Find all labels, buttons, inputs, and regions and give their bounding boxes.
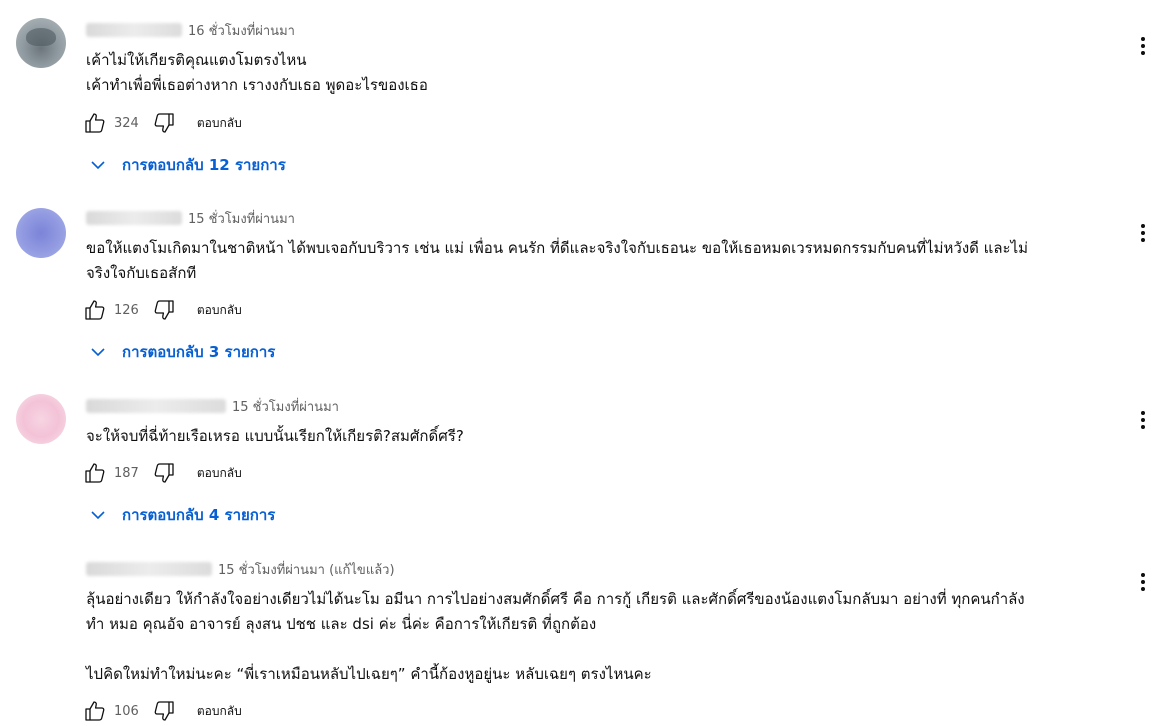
chevron-down-icon	[88, 342, 108, 362]
comment-text: ลุ้นอย่างเดียว ให้กำลังใจอย่างเดียวไม่ได…	[86, 587, 1025, 687]
comment-timestamp[interactable]: 15 ชั่วโมงที่ผ่านมา (แก้ไขแล้ว)	[218, 559, 395, 580]
comment-text: เค้าไม่ให้เกียรติคุณแตงโมตรงไหน เค้าทำเพ…	[86, 48, 428, 98]
comment-line: จะให้จบที่ฉี่ท้ายเรือเหรอ แบบนั้นเรียกให…	[86, 427, 464, 445]
chevron-down-icon	[88, 155, 108, 175]
comment-actions: 126 ตอบกลับ	[82, 296, 242, 324]
more-vert-icon[interactable]	[1133, 408, 1153, 432]
author-name-blurred[interactable]	[86, 211, 182, 225]
avatar[interactable]	[16, 394, 66, 444]
thumbs-up-icon[interactable]	[82, 110, 108, 136]
comment-line	[86, 637, 1025, 662]
chevron-down-icon	[88, 505, 108, 525]
author-name-blurred[interactable]	[86, 23, 182, 37]
thumbs-down-icon[interactable]	[151, 460, 177, 486]
comment-header: 15 ชั่วโมงที่ผ่านมา	[86, 208, 295, 228]
comment-line: ขอให้แตงโมเกิดมาในชาติหน้า ได้พบเจอกับบร…	[86, 239, 1029, 257]
comment-line: เค้าไม่ให้เกียรติคุณแตงโมตรงไหน	[86, 51, 307, 69]
reply-button[interactable]: ตอบกลับ	[197, 702, 242, 721]
view-replies-button[interactable]: การตอบกลับ 3 รายการ	[88, 339, 275, 365]
like-count: 126	[114, 302, 139, 318]
view-replies-button[interactable]: การตอบกลับ 4 รายการ	[88, 502, 275, 528]
comment-header: 15 ชั่วโมงที่ผ่านมา (แก้ไขแล้ว)	[86, 559, 395, 579]
author-name-blurred[interactable]	[86, 399, 226, 413]
view-replies-button[interactable]: การตอบกลับ 12 รายการ	[88, 152, 286, 178]
replies-count-label: การตอบกลับ 12 รายการ	[122, 156, 286, 174]
comment-timestamp[interactable]: 15 ชั่วโมงที่ผ่านมา	[188, 208, 295, 229]
comment-line: จริงใจกับเธอสักที	[86, 264, 197, 282]
like-count: 106	[114, 703, 139, 719]
comment-line: เค้าทำเพื่อพี่เธอต่างหาก เรางงกับเธอ พูด…	[86, 76, 428, 94]
avatar[interactable]	[16, 208, 66, 258]
comment-line: ทำ หมอ คุณอัจ อาจารย์ ลุงสน ปชช และ dsi …	[86, 615, 597, 633]
comment-timestamp[interactable]: 16 ชั่วโมงที่ผ่านมา	[188, 20, 295, 41]
replies-count-label: การตอบกลับ 4 รายการ	[122, 506, 276, 524]
more-vert-icon[interactable]	[1133, 570, 1153, 594]
thumbs-up-icon[interactable]	[82, 460, 108, 486]
thumbs-down-icon[interactable]	[151, 110, 177, 136]
comment-header: 15 ชั่วโมงที่ผ่านมา	[86, 396, 339, 416]
more-vert-icon[interactable]	[1133, 34, 1153, 58]
avatar[interactable]	[16, 18, 66, 68]
comment-actions: 324 ตอบกลับ	[82, 109, 242, 137]
replies-count-label: การตอบกลับ 3 รายการ	[122, 343, 276, 361]
comment-line: ลุ้นอย่างเดียว ให้กำลังใจอย่างเดียวไม่ได…	[86, 590, 1025, 608]
comment-actions: 106 ตอบกลับ	[82, 697, 242, 725]
author-name-blurred[interactable]	[86, 562, 212, 576]
comment-actions: 187 ตอบกลับ	[82, 459, 242, 487]
thumbs-up-icon[interactable]	[82, 297, 108, 323]
comment-line: ไปคิดใหม่ทำใหม่นะคะ “พี่เราเหมือนหลับไปเ…	[86, 665, 652, 683]
thumbs-down-icon[interactable]	[151, 698, 177, 724]
like-count: 324	[114, 115, 139, 131]
thumbs-down-icon[interactable]	[151, 297, 177, 323]
comment-timestamp[interactable]: 15 ชั่วโมงที่ผ่านมา	[232, 396, 339, 417]
comment-text: จะให้จบที่ฉี่ท้ายเรือเหรอ แบบนั้นเรียกให…	[86, 424, 464, 449]
reply-button[interactable]: ตอบกลับ	[197, 301, 242, 320]
thumbs-up-icon[interactable]	[82, 698, 108, 724]
comment-header: 16 ชั่วโมงที่ผ่านมา	[86, 20, 295, 40]
more-vert-icon[interactable]	[1133, 221, 1153, 245]
comment-text: ขอให้แตงโมเกิดมาในชาติหน้า ได้พบเจอกับบร…	[86, 236, 1028, 286]
like-count: 187	[114, 465, 139, 481]
reply-button[interactable]: ตอบกลับ	[197, 464, 242, 483]
reply-button[interactable]: ตอบกลับ	[197, 114, 242, 133]
